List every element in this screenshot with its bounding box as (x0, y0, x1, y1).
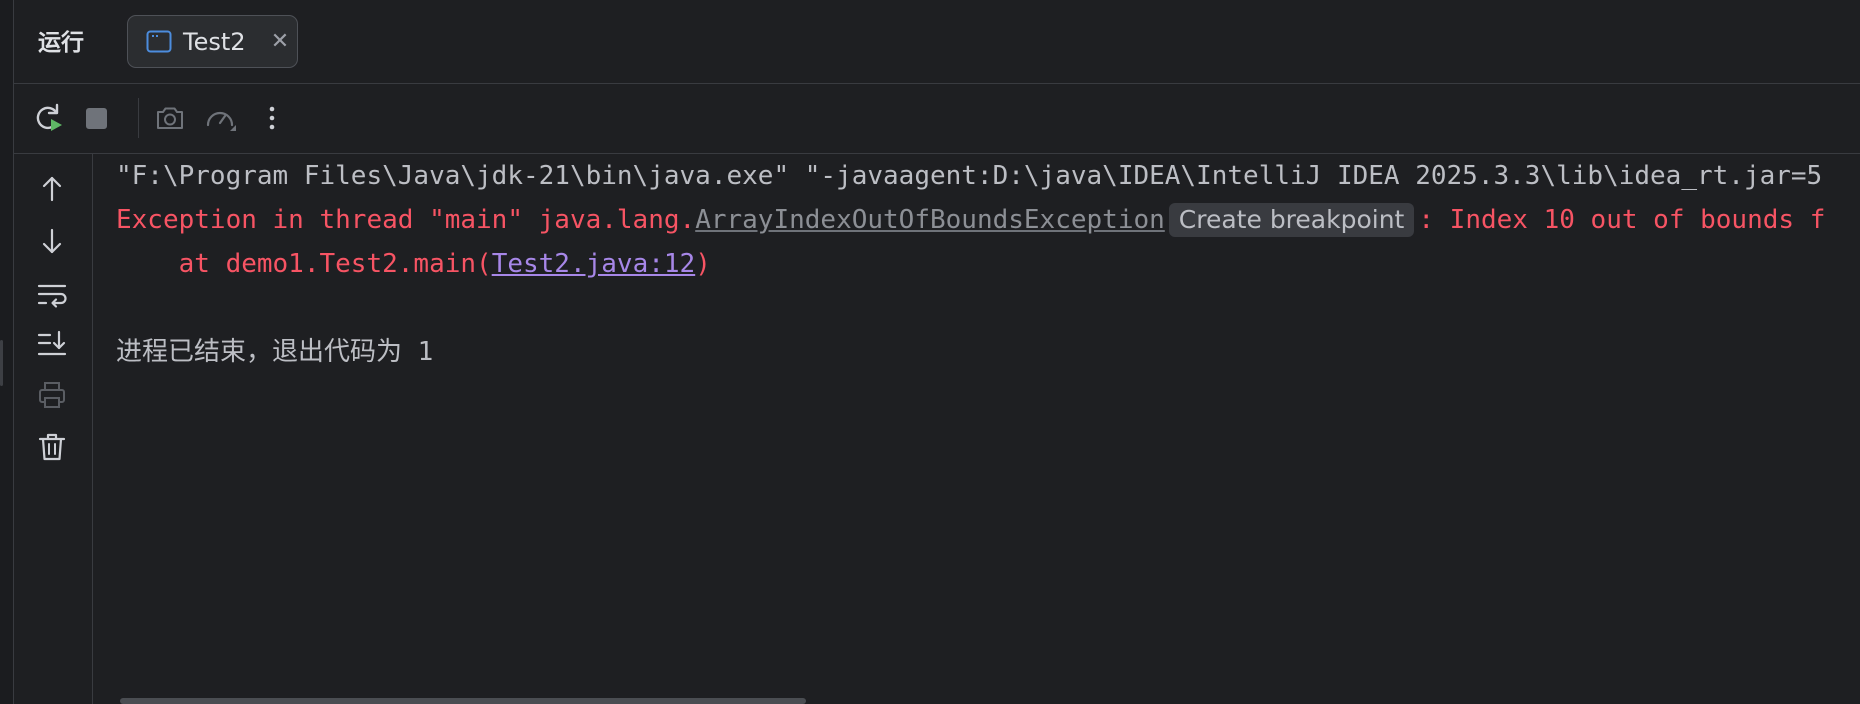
camera-icon (157, 107, 183, 129)
stack-frame-prefix: at demo1.Test2.main( (116, 249, 492, 279)
toolbar-separator (138, 98, 139, 138)
panel-title: 运行 (38, 30, 84, 56)
tool-strip-indicator (0, 340, 3, 386)
soft-wrap-icon (37, 284, 67, 308)
stack-frame-line: at demo1.Test2.main(Test2.java:12) (116, 246, 711, 282)
close-icon[interactable]: ✕ (267, 29, 293, 55)
stop-button[interactable] (78, 100, 114, 136)
rerun-button[interactable] (30, 100, 66, 136)
exception-class-link[interactable]: ArrayIndexOutOfBoundsException (695, 205, 1165, 235)
horizontal-scrollbar[interactable] (120, 698, 806, 704)
stop-icon (86, 108, 107, 129)
more-button[interactable] (254, 100, 290, 136)
gauge-icon (206, 111, 236, 131)
console-output[interactable]: "F:\Program Files\Java\jdk-21\bin\java.e… (92, 154, 1860, 704)
console-window-icon (146, 30, 172, 53)
tab-test2[interactable]: Test2 ✕ (127, 15, 298, 68)
left-tool-strip (0, 0, 14, 704)
profiler-button[interactable] (202, 100, 238, 136)
print-icon (39, 382, 65, 408)
stack-frame-suffix: ) (695, 249, 711, 279)
clear-button[interactable] (34, 429, 70, 465)
screenshot-button[interactable] (152, 100, 188, 136)
arrow-up-icon (42, 176, 62, 202)
source-link[interactable]: Test2.java:12 (492, 249, 696, 279)
command-line: "F:\Program Files\Java\jdk-21\bin\java.e… (116, 161, 1823, 191)
create-breakpoint-button[interactable]: Create breakpoint (1168, 203, 1415, 237)
console-side-actions (14, 154, 93, 704)
scroll-to-end-icon (37, 330, 67, 356)
exception-prefix: Exception in thread "main" java.lang. (116, 205, 696, 235)
arrow-down-icon (42, 228, 62, 254)
run-toolbar (14, 84, 1860, 154)
run-panel-header: 运行 Test2 ✕ (14, 0, 1860, 84)
trash-icon (38, 433, 66, 461)
tab-label: Test2 (183, 28, 246, 56)
soft-wrap-button[interactable] (34, 276, 70, 312)
scroll-to-end-button[interactable] (34, 326, 70, 362)
print-button[interactable] (34, 377, 70, 413)
more-vertical-icon (269, 106, 275, 130)
scroll-up-button[interactable] (34, 171, 70, 207)
scroll-down-button[interactable] (34, 223, 70, 259)
rerun-icon (36, 103, 62, 131)
exception-line: Exception in thread "main" java.lang.Arr… (116, 202, 1825, 238)
exception-suffix: : Index 10 out of bounds f (1418, 205, 1826, 235)
exit-message: 进程已结束，退出代码为 1 (116, 337, 434, 367)
